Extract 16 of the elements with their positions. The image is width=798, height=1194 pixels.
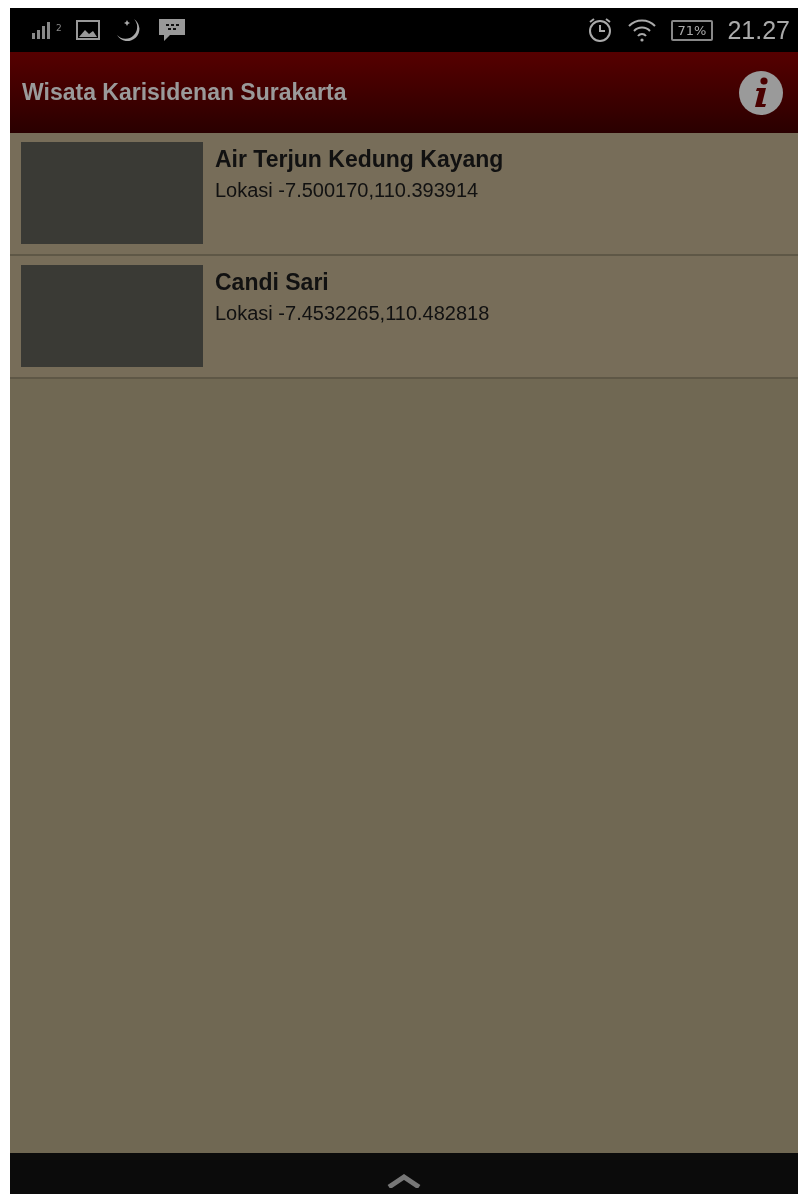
place-location: Lokasi -7.4532265,110.482818 (215, 302, 490, 325)
info-icon[interactable] (738, 69, 784, 116)
clock-time: 21.27 (727, 15, 790, 45)
place-name: Candi Sari (215, 269, 330, 296)
app-title: Wisata Karisidenan Surakarta (22, 79, 347, 106)
chat-icon (157, 18, 186, 42)
place-list-item[interactable]: Candi Sari Lokasi -7.4532265,110.482818 (10, 256, 798, 379)
image-icon (75, 20, 100, 40)
place-name: Air Terjun Kedung Kayang (215, 146, 504, 173)
sim-number: 2 (56, 23, 62, 33)
place-location: Lokasi -7.500170,110.393914 (215, 179, 480, 202)
chevron-up-icon[interactable] (387, 1174, 421, 1188)
place-list-item[interactable]: Air Terjun Kedung Kayang Lokasi -7.500170,110.393914 (10, 133, 798, 256)
wifi-icon (626, 18, 657, 42)
battery-level: 71% (670, 19, 714, 41)
alarm-clock-icon (586, 17, 613, 43)
